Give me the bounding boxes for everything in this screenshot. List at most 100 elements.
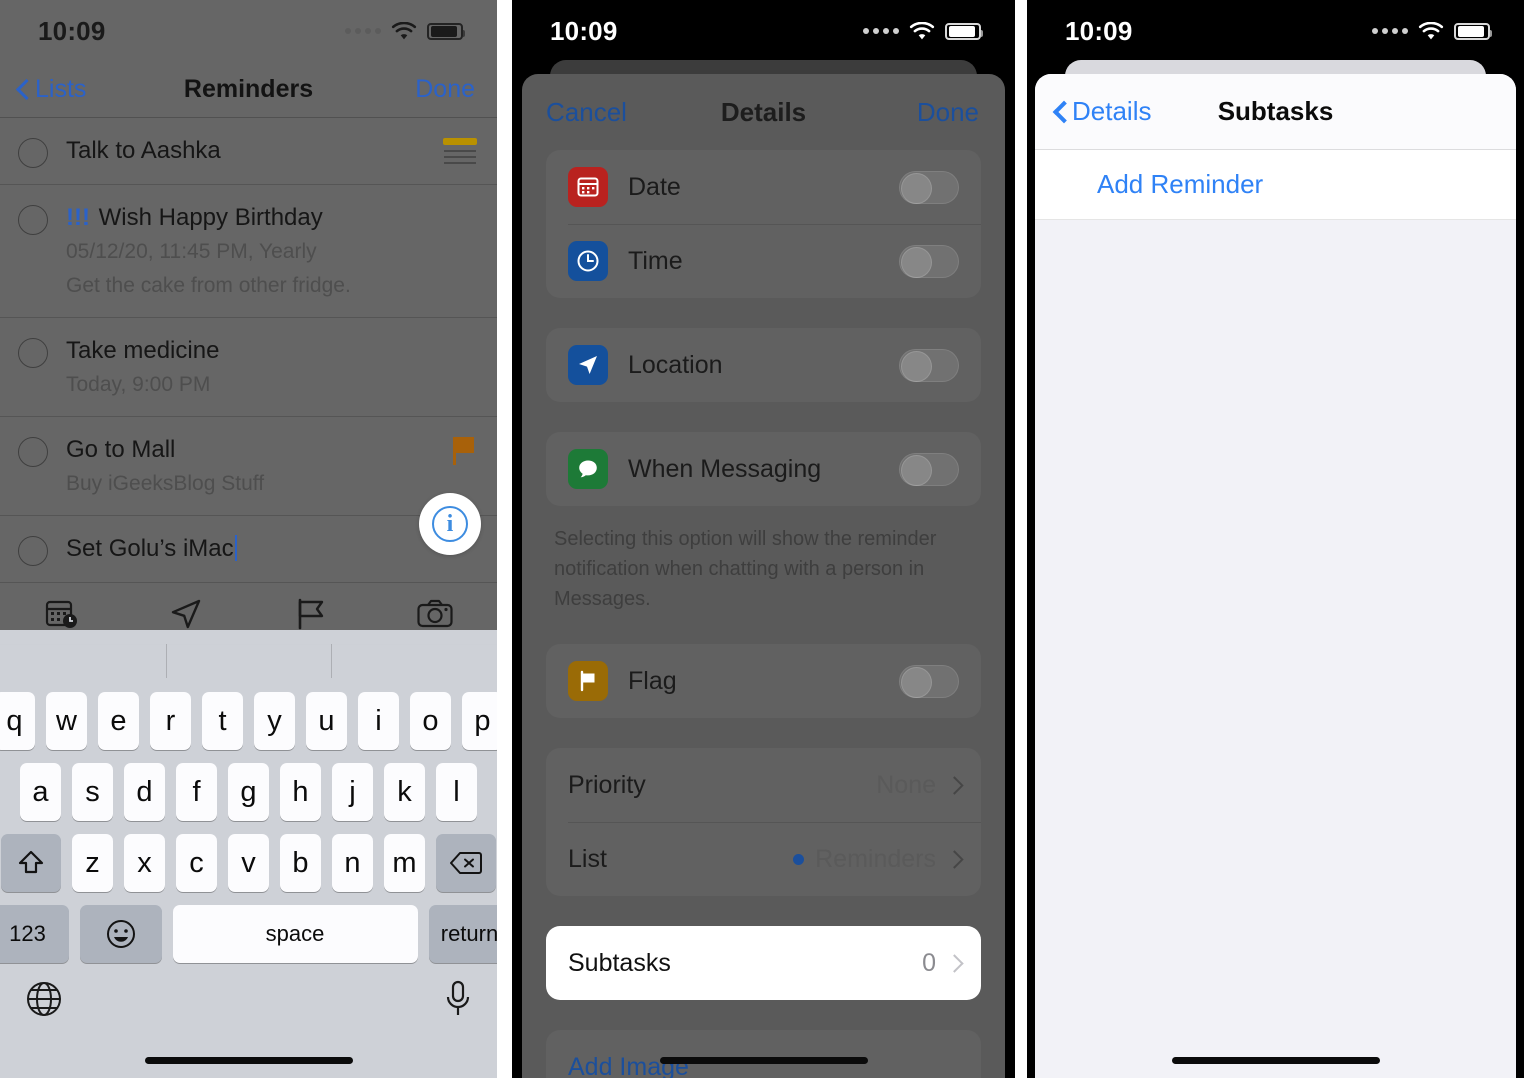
list-item[interactable]: !!! Wish Happy Birthday 05/12/20, 11:45 …: [0, 185, 497, 318]
messaging-toggle[interactable]: [899, 452, 959, 486]
reminder-title-input[interactable]: Set Golu’s iMac: [66, 534, 477, 564]
reminder-checkbox[interactable]: [18, 338, 48, 368]
home-indicator: [1171, 1057, 1380, 1064]
add-reminder-button[interactable]: Add Reminder: [1035, 150, 1516, 220]
text-caret: [234, 535, 238, 561]
key-n[interactable]: n: [332, 834, 373, 892]
key-d[interactable]: d: [124, 763, 165, 821]
key-i[interactable]: i: [358, 692, 399, 750]
flag-outline-icon[interactable]: [249, 598, 373, 630]
reminder-body: Take medicine Today, 9:00 PM: [66, 336, 477, 400]
done-button[interactable]: Done: [917, 97, 979, 128]
time-toggle[interactable]: [899, 244, 959, 278]
microphone-icon[interactable]: [445, 980, 471, 1018]
key-q[interactable]: q: [0, 692, 35, 750]
key-g[interactable]: g: [228, 763, 269, 821]
key-b[interactable]: b: [280, 834, 321, 892]
reminder-body: Talk to Aashka: [66, 136, 433, 166]
row-when-messaging[interactable]: When Messaging: [546, 432, 981, 506]
info-circle-icon: i: [432, 506, 468, 542]
key-w[interactable]: w: [46, 692, 87, 750]
location-arrow-icon[interactable]: [124, 598, 248, 630]
reminder-title: !!! Wish Happy Birthday: [66, 203, 477, 233]
wifi-icon: [909, 21, 935, 41]
list-item[interactable]: Talk to Aashka: [0, 118, 497, 185]
row-subtasks[interactable]: Subtasks 0: [546, 926, 981, 1000]
three-panel-screenshot: 10:09 Lists Reminders Done Talk to Aashk…: [0, 0, 1524, 1078]
row-list[interactable]: List Reminders: [546, 822, 981, 896]
key-k[interactable]: k: [384, 763, 425, 821]
cancel-button[interactable]: Cancel: [546, 97, 627, 128]
status-indicators: [1372, 21, 1492, 41]
battery-icon: [427, 22, 465, 40]
back-to-lists-button[interactable]: Lists: [16, 75, 86, 104]
status-bar: 10:09: [0, 0, 497, 62]
row-date[interactable]: Date: [546, 150, 981, 224]
details-sheet: Cancel Details Done Date Time Location W…: [522, 74, 1005, 1078]
date-toggle[interactable]: [899, 170, 959, 204]
suggestion-divider: [331, 644, 332, 678]
globe-icon[interactable]: [26, 981, 62, 1017]
reminder-checkbox[interactable]: [18, 437, 48, 467]
reminder-checkbox[interactable]: [18, 536, 48, 566]
reminder-subtitle: 05/12/20, 11:45 PM, Yearly: [66, 240, 317, 263]
key-a[interactable]: a: [20, 763, 61, 821]
list-item[interactable]: Take medicine Today, 9:00 PM: [0, 318, 497, 417]
key-u[interactable]: u: [306, 692, 347, 750]
group-add-image: Add Image: [546, 1030, 981, 1078]
calendar-clock-icon[interactable]: [0, 598, 124, 630]
row-label: Flag: [628, 666, 677, 695]
key-v[interactable]: v: [228, 834, 269, 892]
key-j[interactable]: j: [332, 763, 373, 821]
add-image-button[interactable]: Add Image: [546, 1030, 981, 1078]
status-time: 10:09: [550, 15, 618, 46]
panel-reminders-list: 10:09 Lists Reminders Done Talk to Aashk…: [0, 0, 497, 1078]
message-bubble-icon: [568, 449, 608, 489]
list-item[interactable]: Go to Mall Buy iGeeksBlog Stuff: [0, 417, 497, 516]
flag-toggle[interactable]: [899, 664, 959, 698]
row-label: List: [568, 844, 607, 873]
group-messaging: When Messaging: [546, 432, 981, 506]
key-m[interactable]: m: [384, 834, 425, 892]
priority-value: None: [876, 770, 936, 799]
key-p[interactable]: p: [462, 692, 497, 750]
key-t[interactable]: t: [202, 692, 243, 750]
home-indicator: [659, 1057, 868, 1064]
info-button[interactable]: i: [419, 493, 481, 555]
shift-icon[interactable]: [1, 834, 61, 892]
key-r[interactable]: r: [150, 692, 191, 750]
group-meta: Priority None List Reminders: [546, 748, 981, 896]
space-key[interactable]: space: [172, 905, 418, 963]
key-z[interactable]: z: [72, 834, 113, 892]
row-flag[interactable]: Flag: [546, 644, 981, 718]
key-o[interactable]: o: [410, 692, 451, 750]
key-f[interactable]: f: [176, 763, 217, 821]
return-key[interactable]: return: [428, 905, 497, 963]
backspace-icon[interactable]: [436, 834, 496, 892]
back-to-details-button[interactable]: Details: [1053, 96, 1151, 127]
key-e[interactable]: e: [98, 692, 139, 750]
row-priority[interactable]: Priority None: [546, 748, 981, 822]
key-c[interactable]: c: [176, 834, 217, 892]
navigation-bar: Lists Reminders Done: [0, 62, 497, 118]
key-h[interactable]: h: [280, 763, 321, 821]
reminder-checkbox[interactable]: [18, 138, 48, 168]
numbers-key[interactable]: 123: [0, 905, 69, 963]
camera-icon[interactable]: [373, 599, 497, 629]
signal-dots-icon: [863, 28, 899, 34]
key-x[interactable]: x: [124, 834, 165, 892]
emoji-icon[interactable]: [79, 905, 162, 963]
location-toggle[interactable]: [899, 348, 959, 382]
toggle-knob: [901, 666, 932, 698]
key-y[interactable]: y: [254, 692, 295, 750]
reminder-note: Get the cake from other fridge.: [66, 274, 351, 297]
reminder-checkbox[interactable]: [18, 205, 48, 235]
done-button[interactable]: Done: [415, 75, 475, 104]
wifi-icon: [391, 21, 417, 41]
priority-bangs: !!!: [66, 204, 90, 231]
row-label: Location: [628, 350, 723, 379]
row-location[interactable]: Location: [546, 328, 981, 402]
key-s[interactable]: s: [72, 763, 113, 821]
row-time[interactable]: Time: [546, 224, 981, 298]
key-l[interactable]: l: [436, 763, 477, 821]
